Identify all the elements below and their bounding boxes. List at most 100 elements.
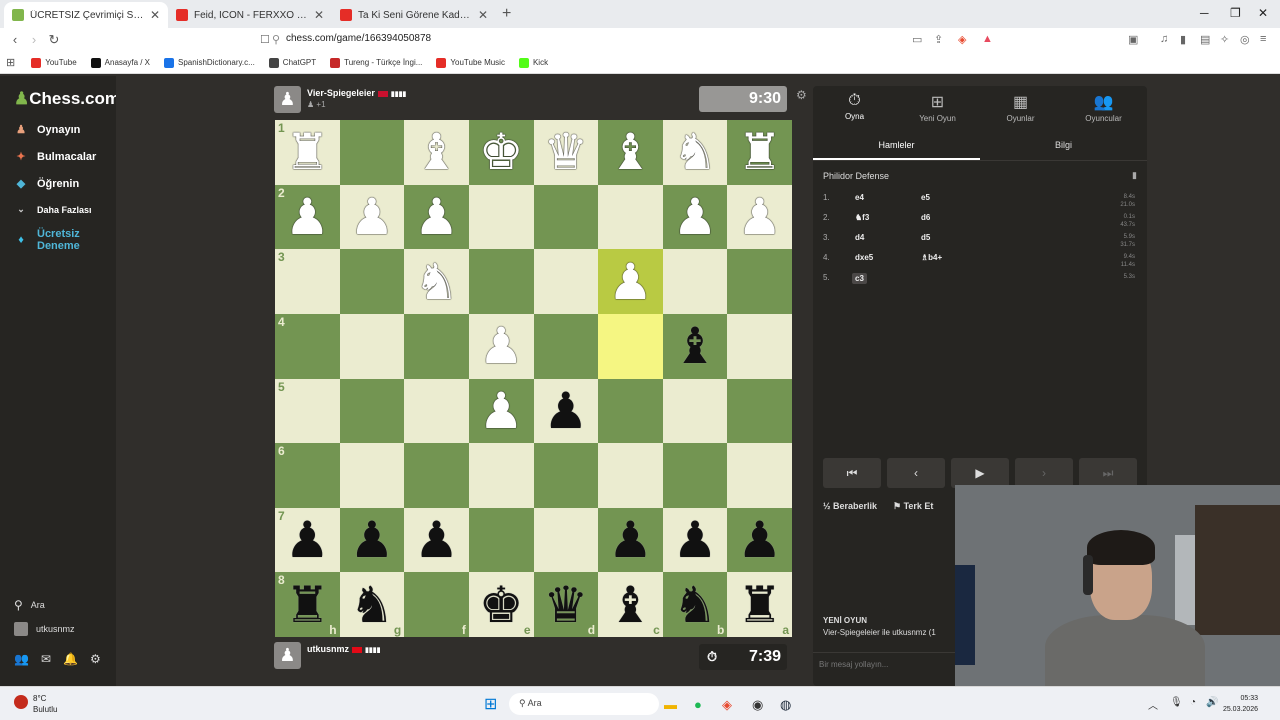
board-square[interactable]: 5 (275, 378, 340, 444)
white-pawn-icon[interactable]: ♟ (350, 192, 395, 242)
board-square[interactable]: ♟ (727, 184, 792, 250)
board-square[interactable]: f (404, 572, 469, 637)
white-move[interactable]: e4 (855, 193, 864, 202)
board-square[interactable]: ♜ (727, 120, 792, 185)
white-pawn-icon[interactable]: ♟ (673, 192, 718, 242)
menu-icon[interactable]: ≡ (1260, 33, 1266, 45)
black-pawn-icon[interactable]: ♟ (543, 386, 588, 436)
first-move-button[interactable]: ⏮ (823, 458, 881, 488)
site-info-icon[interactable]: ⚲ (272, 33, 280, 46)
black-pawn-icon[interactable]: ♟ (608, 515, 653, 565)
board-square[interactable] (727, 378, 792, 444)
board-square[interactable]: ♞ (662, 120, 728, 185)
white-move[interactable]: dxe5 (855, 253, 873, 262)
board-square[interactable] (727, 313, 792, 379)
black-knight-icon[interactable]: ♞ (350, 580, 395, 630)
tray-chevron-icon[interactable]: ︿ (1148, 697, 1158, 712)
close-tab-icon[interactable]: ✕ (474, 8, 488, 22)
microphone-icon[interactable]: 🎙 (1170, 697, 1183, 708)
board-square[interactable]: 4 (275, 313, 340, 379)
board-square[interactable]: ♟ (533, 378, 599, 444)
opponent-name[interactable]: Vier-Spiegeleier (307, 88, 375, 98)
panel-tab[interactable]: ▦ Oyunlar (979, 92, 1062, 123)
prev-move-button[interactable]: ‹ (887, 458, 945, 488)
white-move[interactable]: d4 (855, 233, 864, 242)
white-move[interactable]: ♞f3 (855, 213, 869, 222)
ai-icon[interactable]: ✧ (1220, 33, 1229, 46)
black-move[interactable]: e5 (921, 193, 930, 202)
board-square[interactable] (339, 313, 405, 379)
windows-start-icon[interactable]: ⊞ (484, 694, 497, 714)
board-square[interactable]: 8 h ♜ (275, 572, 340, 637)
white-knight-icon[interactable]: ♞ (673, 127, 718, 177)
board-square[interactable]: 7 ♟ (275, 507, 340, 573)
weather-icon[interactable] (14, 695, 28, 709)
weather-widget[interactable]: 8°C Bulutlu (33, 693, 57, 715)
black-pawn-icon[interactable]: ♟ (737, 515, 782, 565)
close-window-icon[interactable]: ✕ (1258, 6, 1268, 20)
board-square[interactable]: ♝ (662, 313, 728, 379)
messages-icon[interactable]: ✉ (41, 652, 63, 666)
bookmark-item[interactable]: YouTube (31, 57, 77, 68)
board-square[interactable] (404, 378, 469, 444)
sidebar-item[interactable]: ⌄ Daha Fazlası (14, 204, 91, 215)
black-bishop-icon[interactable]: ♝ (608, 580, 653, 630)
board-square[interactable]: c ♝ (598, 572, 663, 637)
board-square[interactable] (339, 249, 405, 314)
black-pawn-icon[interactable]: ♟ (673, 515, 718, 565)
reload-icon[interactable]: ↻ (44, 32, 64, 48)
board-square[interactable] (404, 313, 469, 379)
friends-icon[interactable]: 👥 (14, 652, 41, 666)
board-square[interactable]: e ♚ (468, 572, 534, 637)
bookmark-item[interactable]: Kick (518, 57, 548, 68)
board-square[interactable]: 3 (275, 249, 340, 314)
board-square[interactable] (598, 313, 663, 379)
panel-tab[interactable]: ⊞ Yeni Oyun (896, 92, 979, 123)
board-square[interactable]: ♝ (598, 120, 663, 185)
player-name[interactable]: utkusnmz (307, 644, 349, 654)
spotify-icon[interactable]: ● (694, 697, 702, 712)
opening-name[interactable]: Philidor Defense (823, 171, 889, 181)
white-pawn-icon[interactable]: ♟ (414, 192, 459, 242)
board-square[interactable]: 6 (275, 443, 340, 508)
opponent-avatar[interactable]: ♟ (274, 86, 301, 113)
board-square[interactable] (533, 313, 599, 379)
black-bishop-icon[interactable]: ♝ (673, 321, 718, 371)
white-pawn-icon[interactable]: ♟ (479, 386, 524, 436)
brave-icon[interactable]: ◈ (722, 697, 732, 713)
board-square[interactable] (339, 120, 405, 185)
black-knight-icon[interactable]: ♞ (673, 580, 718, 630)
board-square[interactable] (533, 184, 599, 250)
board-square[interactable]: ♟ (404, 507, 469, 573)
white-move[interactable]: c3 (852, 273, 867, 284)
share-icon[interactable]: ⇪ (934, 33, 943, 46)
last-move-button[interactable]: ⏭ (1079, 458, 1137, 488)
board-square[interactable]: ♟ (339, 184, 405, 250)
board-square[interactable]: ♟ (598, 249, 663, 314)
board-square[interactable] (727, 443, 792, 508)
board-square[interactable]: g ♞ (339, 572, 405, 637)
board-square[interactable] (468, 443, 534, 508)
taskbar-search[interactable]: ⚲ Ara (509, 693, 659, 715)
sidebar-item[interactable]: ♟ Oynayın (14, 123, 80, 137)
sidebar-item[interactable]: ♦ Ücretsiz Deneme (14, 228, 87, 252)
bookmark-item[interactable]: Tureng - Türkçe İngi... (330, 57, 422, 68)
board-square[interactable] (662, 378, 728, 444)
bookmark-item[interactable]: Anasayfa / X (90, 57, 150, 68)
resign-button[interactable]: ⚑ Terk Et (893, 501, 933, 512)
white-pawn-icon[interactable]: ♟ (285, 192, 330, 242)
white-bishop-icon[interactable]: ♝ (608, 127, 653, 177)
settings-icon[interactable]: ⚙ (90, 652, 113, 666)
sidebar-item[interactable]: ✦ Bulmacalar (14, 150, 96, 164)
board-square[interactable]: ♟ (339, 507, 405, 573)
back-icon[interactable]: ‹ (5, 32, 25, 47)
board-square[interactable]: ♟ (468, 313, 534, 379)
browser-tab[interactable]: Feid, ICON - FERXXO 151 (Official Video)… (168, 2, 332, 28)
system-clock[interactable]: 05:33 25.03.2026 (1223, 693, 1258, 715)
board-square[interactable]: ♛ (533, 120, 599, 185)
obs-icon[interactable]: ◉ (752, 697, 763, 713)
sidebar-item[interactable]: ◆ Öğrenin (14, 177, 79, 191)
white-pawn-icon[interactable]: ♟ (737, 192, 782, 242)
board-square[interactable]: b ♞ (662, 572, 728, 637)
board-square[interactable] (662, 443, 728, 508)
